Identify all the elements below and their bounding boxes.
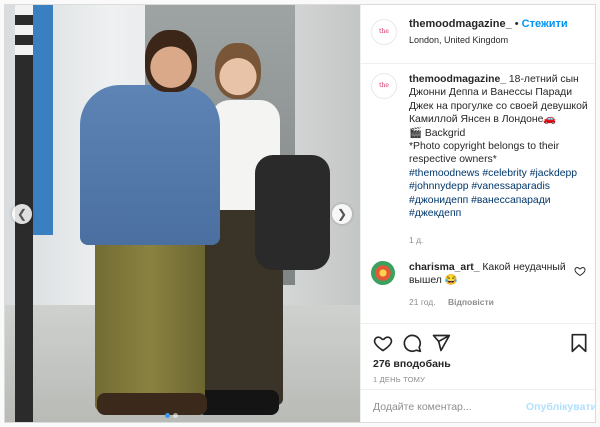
carousel-dot [173, 413, 178, 418]
chevron-right-icon: ❯ [336, 207, 348, 221]
comment-input[interactable] [373, 398, 513, 416]
share-icon[interactable] [431, 333, 451, 353]
photo-pole-stripes [15, 5, 33, 65]
caption-hashtags[interactable]: #themoodnews #celebrity #jackdepp #johnn… [409, 168, 577, 219]
comment-text-block: charisma_art_ Какой неудачный вышел 😂 [409, 261, 569, 288]
likes-count[interactable]: 276 вподобань [373, 358, 451, 370]
carousel-indicator [165, 413, 178, 418]
comment-heart-icon[interactable] [574, 265, 586, 277]
header-separator: • [514, 18, 519, 30]
post-time-ago[interactable]: 1 ДЕНЬ ТОМУ [373, 375, 425, 384]
post-header: the mood themoodmagazine_ • Стежити Lond… [361, 5, 595, 64]
woman-shoes [197, 390, 279, 415]
carousel-dot [165, 413, 170, 418]
commenter-avatar[interactable] [371, 261, 395, 285]
follow-button[interactable]: Стежити [522, 18, 568, 30]
bookmark-icon[interactable] [569, 333, 589, 353]
comment-timestamp[interactable]: 21 год. [409, 297, 436, 307]
man-head [145, 30, 197, 92]
reply-button[interactable]: Відповісти [448, 297, 494, 307]
carousel-next-button[interactable]: ❯ [332, 204, 352, 224]
author-avatar[interactable]: the mood [371, 19, 397, 45]
woman-dark-coat [255, 155, 330, 270]
post-actions: 276 вподобань 1 ДЕНЬ ТОМУ [361, 323, 595, 384]
heart-icon[interactable] [373, 333, 393, 353]
comment-icon[interactable] [402, 333, 422, 353]
author-username[interactable]: themoodmagazine_ [409, 18, 512, 30]
man-denim-jacket [80, 85, 220, 245]
commenter-username[interactable]: charisma_art_ [409, 262, 479, 273]
caption-timestamp[interactable]: 1 д. [409, 235, 423, 245]
caption-avatar[interactable]: the mood [371, 73, 397, 99]
post-location[interactable]: London, United Kingdom [409, 35, 508, 45]
add-comment-bar: Опублікувати [361, 389, 595, 422]
comment-meta: 21 год. Відповісти [409, 297, 494, 307]
caption-username[interactable]: themoodmagazine_ [409, 74, 506, 85]
publish-button[interactable]: Опублікувати [526, 401, 595, 413]
author-line: themoodmagazine_ • Стежити [409, 18, 568, 30]
chevron-left-icon: ❮ [16, 207, 28, 221]
post-photo[interactable]: ❮ ❯ [5, 5, 360, 422]
caption-text-block: themoodmagazine_ 18-летний сын Джонни Де… [409, 73, 595, 220]
photo-street-sign [31, 5, 53, 235]
post-card: ❮ ❯ the mood themoodmagazine_ • Стежити … [4, 4, 596, 423]
caption-body: 18-летний сын Джонни Деппа и Ванессы Пар… [409, 74, 588, 166]
man-trousers [95, 233, 205, 411]
woman-head [215, 43, 261, 99]
post-side-panel: the mood themoodmagazine_ • Стежити Lond… [360, 5, 595, 422]
carousel-prev-button[interactable]: ❮ [12, 204, 32, 224]
man-shoes [97, 393, 207, 415]
